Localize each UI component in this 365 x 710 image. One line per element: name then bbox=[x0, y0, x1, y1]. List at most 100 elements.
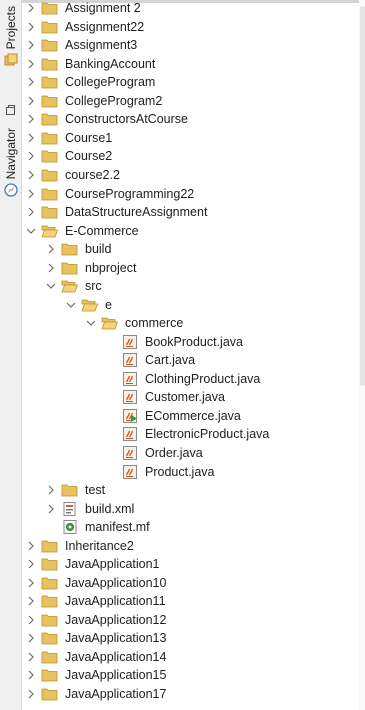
tree-node[interactable]: BookProduct.java bbox=[22, 333, 359, 352]
tree-node-label: nbproject bbox=[85, 260, 137, 275]
tree-node[interactable]: Assignment 2 bbox=[22, 0, 359, 18]
chevron-right-icon[interactable] bbox=[26, 668, 36, 682]
tree-node[interactable]: Assignment22 bbox=[22, 18, 359, 37]
chevron-right-icon[interactable] bbox=[26, 20, 36, 34]
tree-node[interactable]: nbproject bbox=[22, 258, 359, 277]
tree-node[interactable]: JavaApplication17 bbox=[22, 685, 359, 704]
tree-node-label: BookProduct.java bbox=[145, 334, 243, 349]
tree-node[interactable]: build.xml bbox=[22, 499, 359, 518]
java-file-icon bbox=[121, 445, 138, 460]
chevron-right-icon[interactable] bbox=[26, 539, 36, 553]
folder-icon bbox=[41, 631, 58, 646]
folder-icon bbox=[41, 112, 58, 127]
tree-node[interactable]: course2.2 bbox=[22, 166, 359, 185]
chevron-down-icon[interactable] bbox=[66, 298, 76, 312]
chevron-right-icon[interactable] bbox=[26, 205, 36, 219]
tree-node[interactable]: Order.java bbox=[22, 444, 359, 463]
scrollbar-thumb[interactable] bbox=[360, 6, 365, 386]
tree-node[interactable]: JavaApplication13 bbox=[22, 629, 359, 648]
tree-node[interactable]: BankingAccount bbox=[22, 55, 359, 74]
chevron-right-icon[interactable] bbox=[46, 502, 56, 516]
projects-tab[interactable]: Projects bbox=[0, 6, 21, 70]
tree-node-label: Course2 bbox=[65, 149, 113, 164]
tree-node-label: CollegeProgram2 bbox=[65, 93, 163, 108]
chevron-right-icon[interactable] bbox=[46, 242, 56, 256]
tree-node-label: JavaApplication15 bbox=[65, 668, 167, 683]
tree-node[interactable]: Course1 bbox=[22, 129, 359, 148]
tree-node[interactable]: JavaApplication1 bbox=[22, 555, 359, 574]
chevron-down-icon[interactable] bbox=[46, 279, 56, 293]
chevron-right-icon[interactable] bbox=[26, 149, 36, 163]
tree-node[interactable]: manifest.mf bbox=[22, 518, 359, 537]
tree-node-label: JavaApplication12 bbox=[65, 612, 167, 627]
tree-node-label: JavaApplication14 bbox=[65, 649, 167, 664]
manifest-file-icon bbox=[61, 520, 78, 535]
navigator-tab[interactable]: Navigator bbox=[0, 128, 21, 200]
chevron-right-icon[interactable] bbox=[26, 631, 36, 645]
chevron-right-icon[interactable] bbox=[26, 650, 36, 664]
tree-node[interactable]: JavaApplication10 bbox=[22, 573, 359, 592]
tree-node[interactable]: e bbox=[22, 295, 359, 314]
tree-node-label: Cart.java bbox=[145, 353, 196, 368]
tree-node[interactable]: src bbox=[22, 277, 359, 296]
tree-node[interactable]: ElectronicProduct.java bbox=[22, 425, 359, 444]
chevron-right-icon[interactable] bbox=[26, 94, 36, 108]
chevron-right-icon[interactable] bbox=[46, 261, 56, 275]
tree-node-label: build.xml bbox=[85, 501, 135, 516]
tree-node-label: JavaApplication11 bbox=[65, 594, 166, 609]
tree-node[interactable]: Assignment3 bbox=[22, 36, 359, 55]
tree-node[interactable]: JavaApplication12 bbox=[22, 610, 359, 629]
tree-node-label: JavaApplication1 bbox=[65, 557, 160, 572]
chevron-down-icon[interactable] bbox=[86, 316, 96, 330]
chevron-right-icon[interactable] bbox=[26, 1, 36, 15]
tree-node-label: build bbox=[85, 242, 112, 257]
tree-node[interactable]: ClothingProduct.java bbox=[22, 370, 359, 389]
folder-icon bbox=[41, 686, 58, 701]
tree-node-label: Assignment3 bbox=[65, 38, 138, 53]
tree-node[interactable]: Cart.java bbox=[22, 351, 359, 370]
tree-node[interactable]: Course2 bbox=[22, 147, 359, 166]
chevron-right-icon[interactable] bbox=[26, 131, 36, 145]
tree-node[interactable]: commerce bbox=[22, 314, 359, 333]
chevron-right-icon[interactable] bbox=[26, 75, 36, 89]
tree-node-label: ECommerce.java bbox=[145, 408, 241, 423]
chevron-right-icon[interactable] bbox=[26, 168, 36, 182]
tree-node-label: JavaApplication13 bbox=[65, 631, 167, 646]
tree-node[interactable]: test bbox=[22, 481, 359, 500]
tree-node[interactable]: DataStructureAssignment bbox=[22, 203, 359, 222]
chevron-right-icon[interactable] bbox=[26, 613, 36, 627]
tree-node[interactable]: E-Commerce bbox=[22, 221, 359, 240]
chevron-right-icon[interactable] bbox=[26, 187, 36, 201]
tree-node-label: Inheritance2 bbox=[65, 538, 134, 553]
tree-node-label: CourseProgramming22 bbox=[65, 186, 195, 201]
tree-node[interactable]: Customer.java bbox=[22, 388, 359, 407]
chevron-right-icon[interactable] bbox=[46, 483, 56, 497]
chevron-right-icon[interactable] bbox=[26, 112, 36, 126]
chevron-right-icon[interactable] bbox=[26, 594, 36, 608]
chevron-right-icon[interactable] bbox=[26, 38, 36, 52]
projects-icon bbox=[4, 53, 18, 70]
tree-node[interactable]: JavaApplication11 bbox=[22, 592, 359, 611]
scrollbar[interactable] bbox=[359, 0, 365, 710]
tree-node[interactable]: Inheritance2 bbox=[22, 536, 359, 555]
tree-node[interactable]: JavaApplication15 bbox=[22, 666, 359, 685]
chevron-right-icon[interactable] bbox=[26, 557, 36, 571]
tree-node[interactable]: CourseProgramming22 bbox=[22, 184, 359, 203]
chevron-right-icon[interactable] bbox=[26, 576, 36, 590]
tree-node[interactable]: build bbox=[22, 240, 359, 259]
tree-node[interactable]: ECommerce.java bbox=[22, 407, 359, 426]
tree-node[interactable]: CollegeProgram2 bbox=[22, 92, 359, 111]
xml-file-icon bbox=[61, 501, 78, 516]
tree-node[interactable]: JavaApplication14 bbox=[22, 648, 359, 667]
chevron-down-icon[interactable] bbox=[26, 224, 36, 238]
tree-node[interactable]: CollegeProgram bbox=[22, 73, 359, 92]
folder-icon bbox=[41, 186, 58, 201]
tree-node[interactable]: Product.java bbox=[22, 462, 359, 481]
tree-node[interactable]: ConstructorsAtCourse bbox=[22, 110, 359, 129]
minimize-icon[interactable] bbox=[0, 105, 21, 116]
chevron-right-icon[interactable] bbox=[26, 687, 36, 701]
java-file-icon bbox=[121, 464, 138, 479]
chevron-right-icon[interactable] bbox=[26, 57, 36, 71]
